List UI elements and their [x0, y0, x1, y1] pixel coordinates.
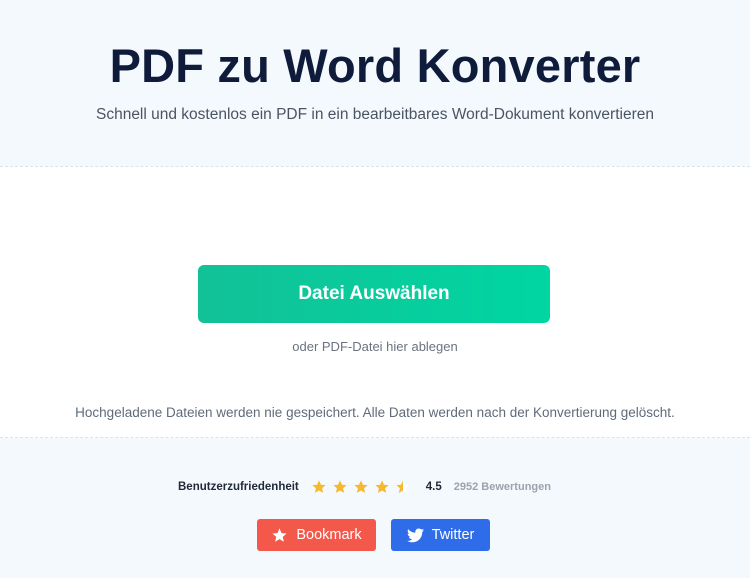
privacy-note: Hochgeladene Dateien werden nie gespeich…: [75, 405, 675, 420]
star-full-icon: [333, 480, 347, 493]
star-full-icon: [375, 480, 389, 493]
twitter-bird-icon: [406, 527, 424, 542]
user-rating: Benutzerzufriedenheit 4.5 2952 Bewertung…: [178, 477, 551, 497]
twitter-label: Twitter: [431, 527, 475, 543]
rating-score: 4.5: [425, 481, 442, 493]
page-title: PDF zu Word Konverter: [109, 39, 641, 92]
select-file-button[interactable]: Datei Auswählen: [198, 265, 550, 323]
star-icon: [272, 527, 287, 542]
rating-count: 2952 Bewertungen: [453, 481, 551, 493]
star-full-icon: [312, 480, 326, 493]
twitter-button[interactable]: Twitter: [391, 519, 490, 551]
hero-section: PDF zu Word Konverter Schnell und kosten…: [0, 0, 750, 166]
drop-hint-text: oder PDF-Datei hier ablegen: [292, 339, 458, 354]
rating-label: Benutzerzufriedenheit: [178, 481, 299, 493]
bookmark-label: Bookmark: [296, 527, 362, 543]
rating-stars[interactable]: [311, 479, 416, 495]
star-half-icon: [396, 480, 410, 493]
page-subtitle: Schnell und kostenlos ein PDF in ein bea…: [95, 106, 654, 123]
star-full-icon: [354, 480, 368, 493]
file-dropzone[interactable]: Datei Auswählen oder PDF-Datei hier able…: [0, 166, 750, 438]
bookmark-button[interactable]: Bookmark: [257, 519, 376, 551]
